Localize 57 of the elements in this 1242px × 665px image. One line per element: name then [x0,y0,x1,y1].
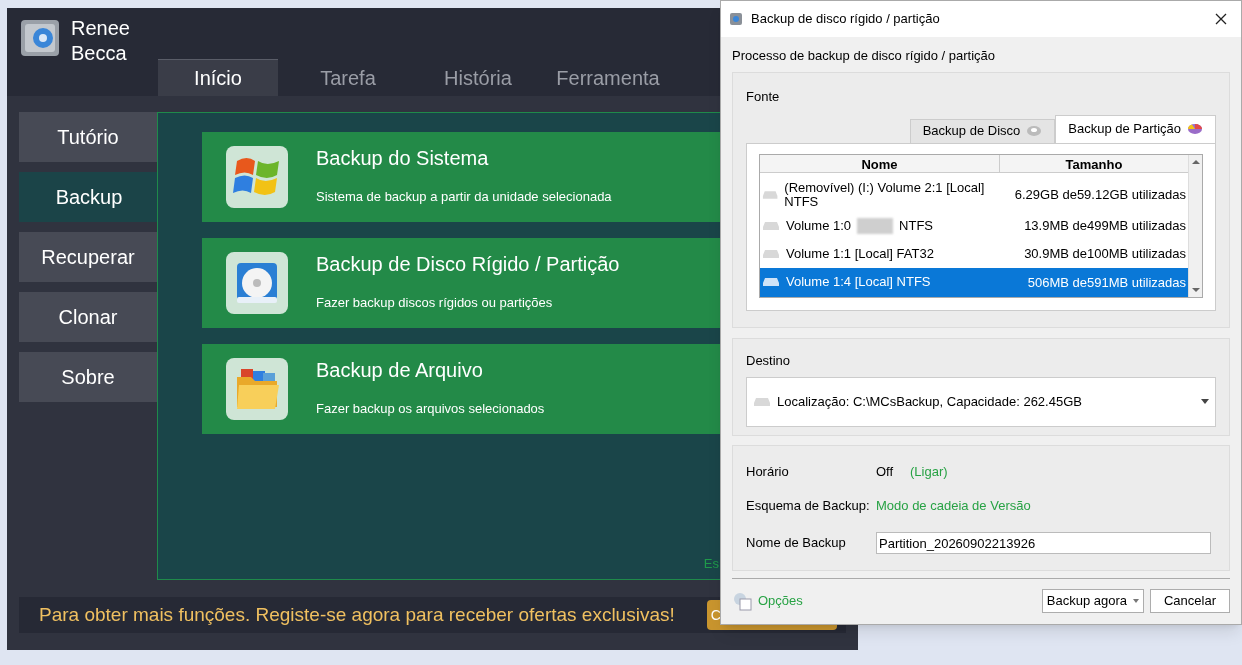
promo-text: Para obter mais funções. Registe-se agora para receber ofertas exclusivas! [39,602,675,627]
partition-name: Volume 1:0 [786,219,852,234]
section-label: Fonte [746,88,781,106]
sidebar-item[interactable]: Recuperar [19,232,157,282]
partition-size: 506MB de591MB utilizadas [1026,273,1187,292]
drive-icon [762,190,779,201]
source-tab[interactable]: Backup de Partição [1055,114,1216,143]
partition-row[interactable]: Volume 1:4 [Local] NTFS 506MB de591MB utilizadas [760,268,1188,297]
corner-text: Es [703,555,719,573]
column-header[interactable]: Nome [760,154,1000,172]
blurred-area [857,218,894,235]
partition-size: 13.9MB de499MB utilizadas [1023,217,1187,236]
drive-icon [762,249,780,260]
backup-name-field[interactable]: Partition_20260902213926 [876,532,1211,554]
drive-icon [753,396,771,407]
pie-chart-icon [1187,123,1203,135]
dialog-heading: Processo de backup de disco rígido / partição [732,47,997,64]
nav-tab[interactable]: Ferramenta [548,59,668,96]
disk-icon [1026,125,1043,137]
sidebar-item[interactable]: Backup [19,172,159,222]
app-icon [729,12,743,26]
scroll-up-icon[interactable] [1191,158,1200,165]
scrollbar[interactable] [1188,154,1202,297]
caret-icon [1201,399,1209,404]
nav-tab[interactable]: Início [158,59,278,96]
sidebar-item[interactable]: Sobre [19,352,157,402]
close-icon[interactable] [1215,13,1227,25]
source-tab[interactable]: Backup de Disco [909,118,1056,143]
section-label: Destino [746,352,792,370]
field-label: Esquema de Backup: [746,497,871,516]
caret-icon [1133,599,1139,603]
nav-tab[interactable]: Tarefa [288,59,408,96]
card-title: Backup de Disco Rígido / Partição [316,253,620,276]
partition-name: NTFS [899,217,933,236]
schedule-value: Off [876,463,895,482]
field-label: Horário [746,463,790,482]
destination-dropdown[interactable]: Localização: C:\MCsBackup, Capacidade: 262.45GB [746,376,1216,427]
drive-icon [762,277,780,288]
column-header[interactable]: Tamanho [1000,154,1188,172]
backup-now-button[interactable]: Backup agora [1041,589,1144,613]
logo-text: Becca [71,41,128,66]
options-icon [732,591,752,611]
partition-size: 30.9MB de100MB utilizadas [1023,245,1187,264]
nav-tab[interactable]: História [418,59,538,96]
logo-text: Renee [71,16,130,41]
sidebar-item[interactable]: Clonar [19,292,157,342]
dialog-title: Backup de disco rígido / partição [751,10,941,29]
field-label: Nome de Backup [746,534,847,553]
scroll-down-icon[interactable] [1191,286,1200,293]
card-title: Backup de Arquivo [316,359,484,382]
card-description: Fazer backup os arquivos selecionados [316,400,545,419]
sidebar-item[interactable]: Tutório [19,112,157,162]
card-description: Fazer backup discos rígidos ou partições [316,294,554,313]
partition-size: 6.29GB de59.12GB utilizadas [1013,186,1187,205]
cancel-button[interactable]: Cancelar [1150,589,1230,613]
card-title: Backup do Sistema [316,147,490,170]
card-description: Sistema de backup a partir da unidade selecionada [316,188,612,207]
